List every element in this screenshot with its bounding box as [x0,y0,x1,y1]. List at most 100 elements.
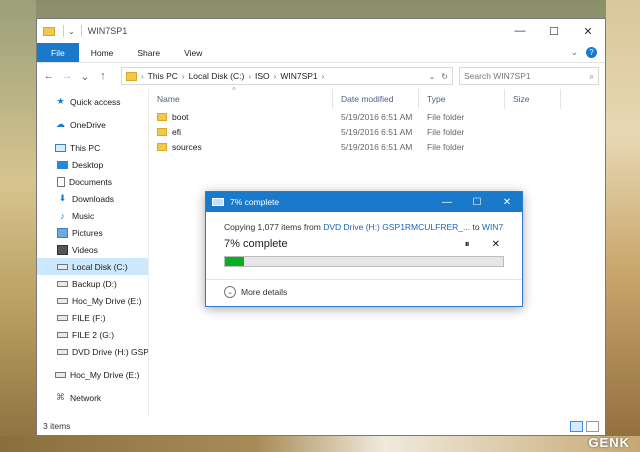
sidebar-item-file-f[interactable]: FILE (F:) [37,309,148,326]
sidebar-item-dvd-drive-h[interactable]: DVD Drive (H:) GSP1 [37,343,148,360]
sidebar-item-music[interactable]: ♪ Music [37,207,148,224]
quick-access-toolbar-chevron-icon[interactable]: ⌄ [68,27,75,36]
breadcrumb-chevron-icon: › [248,71,251,81]
more-details-label: More details [241,287,288,297]
more-details-toggle[interactable]: ⌄ More details [206,280,522,304]
folder-icon [157,127,167,136]
sidebar-item-pictures[interactable]: Pictures [37,224,148,241]
up-arrow-icon[interactable]: ↑ [97,70,109,82]
file-name: sources [172,141,202,152]
dialog-title-bar: 7% complete — ☐ ✕ [206,192,522,212]
details-view-icon[interactable] [570,420,583,432]
pause-icon[interactable]: ⏸ [465,239,470,250]
column-header-size[interactable]: Size [505,89,561,109]
ribbon-right: ⌄ ? [570,43,605,62]
file-type: File folder [427,126,465,137]
dialog-body: Copying 1,077 items from DVD Drive (H:) … [206,212,522,267]
sidebar-item-file-2-g[interactable]: FILE 2 (G:) [37,326,148,343]
percent-complete: 7% complete [224,238,288,250]
sidebar-item-label: Hoc_My Drive (E:) [70,369,140,380]
item-count: 3 items [43,421,71,431]
sidebar-item-label: Hoc_My Drive (E:) [72,295,142,306]
folder-icon [43,26,55,36]
file-name: boot [172,111,189,122]
table-row[interactable]: boot 5/19/2016 6:51 AM File folder [149,109,605,124]
cancel-icon[interactable]: ✕ [492,239,500,250]
maximize-button[interactable]: ☐ [462,192,492,212]
file-type: File folder [427,141,465,152]
sidebar-item-quick-access[interactable]: ★ Quick access [37,93,148,110]
breadcrumb-win7sp1[interactable]: WIN7SP1 [280,71,317,81]
address-bar[interactable]: › This PC › Local Disk (C:) › ISO › WIN7… [121,67,453,85]
sidebar-item-network[interactable]: ⌘ Network [37,389,148,406]
tab-home[interactable]: Home [79,43,126,62]
search-input[interactable]: Search WIN7SP1 [464,71,531,81]
title-bar: ⌄ WIN7SP1 — ☐ ✕ [37,19,605,43]
drive-icon [57,263,68,270]
copy-icon [212,198,224,206]
file-date: 5/19/2016 6:51 AM [341,126,413,137]
source-link[interactable]: DVD Drive (H:) GSP1RMCULFRER_... [323,222,470,232]
desktop-background-left [0,0,36,452]
column-header-name[interactable]: Name [149,89,333,109]
destination-link[interactable]: WIN7SP1 [482,222,504,232]
sidebar-item-local-disk-c[interactable]: Local Disk (C:) [37,258,148,275]
sidebar-item-documents[interactable]: Documents [37,173,148,190]
tab-view[interactable]: View [172,43,214,62]
minimize-button[interactable]: — [432,192,462,212]
table-row[interactable]: efi 5/19/2016 6:51 AM File folder [149,124,605,139]
refresh-icon[interactable]: ↻ [441,72,448,81]
dialog-title: 7% complete [230,197,280,207]
sidebar-item-backup-d[interactable]: Backup (D:) [37,275,148,292]
sidebar-item-videos[interactable]: Videos [37,241,148,258]
sidebar-item-this-pc[interactable]: This PC [37,139,148,156]
desktop-icon [57,160,68,169]
folder-icon [126,71,137,81]
minimize-button[interactable]: — [503,19,537,43]
breadcrumb-chevron-icon: › [273,71,277,81]
forward-arrow-icon[interactable]: → [61,70,73,82]
sidebar-item-downloads[interactable]: ⬇ Downloads [37,190,148,207]
breadcrumb-this-pc[interactable]: This PC [148,71,178,81]
copy-description-prefix: Copying 1,077 items from [224,222,324,232]
tab-file[interactable]: File [37,43,79,62]
window-title: WIN7SP1 [87,26,128,36]
breadcrumb-iso[interactable]: ISO [255,71,270,81]
file-name-cell: sources [149,142,333,152]
music-icon: ♪ [60,210,65,221]
back-arrow-icon[interactable]: ← [43,70,55,82]
computer-icon [55,143,66,152]
address-bar-actions: ⌄ ↻ [429,72,448,81]
close-button[interactable]: ✕ [492,192,522,212]
sidebar-item-label: Quick access [70,96,121,107]
address-history-chevron-icon[interactable]: ⌄ [429,72,436,81]
drive-icon [55,371,66,378]
table-row[interactable]: sources 5/19/2016 6:51 AM File folder [149,139,605,154]
file-date: 5/19/2016 6:51 AM [341,141,413,152]
drive-icon [57,297,68,304]
help-icon[interactable]: ? [586,47,597,58]
large-icons-view-icon[interactable] [586,420,599,432]
tab-share[interactable]: Share [125,43,172,62]
ribbon-tabs: File Home Share View ⌄ ? [37,43,605,63]
column-header-type[interactable]: Type [419,89,505,109]
sidebar-item-hoc-my-drive-e[interactable]: Hoc_My Drive (E:) [37,292,148,309]
progress-header: 7% complete ⏸ ✕ [224,236,504,252]
navigation-pane: ★ Quick access ☁ OneDrive This PC Deskto… [37,89,149,417]
search-icon[interactable]: ⌕ [589,71,594,82]
column-header-date-modified[interactable]: Date modified [333,89,419,109]
sidebar-item-onedrive[interactable]: ☁ OneDrive [37,116,148,133]
sidebar-item-desktop[interactable]: Desktop [37,156,148,173]
file-name: efi [172,126,181,137]
breadcrumb-chevron-icon: › [181,71,185,81]
close-button[interactable]: ✕ [571,19,605,43]
expand-ribbon-chevron-icon[interactable]: ⌄ [570,47,578,58]
sidebar-item-label: FILE 2 (G:) [72,329,115,340]
recent-locations-chevron-icon[interactable]: ⌄ [79,70,91,83]
search-box[interactable]: Search WIN7SP1 ⌕ [459,67,599,85]
sidebar-item-label: Videos [72,244,98,255]
sidebar-item-label: Pictures [72,227,103,238]
breadcrumb-local-disk[interactable]: Local Disk (C:) [189,71,245,81]
sidebar-item-hoc-my-drive-e-2[interactable]: Hoc_My Drive (E:) [37,366,148,383]
maximize-button[interactable]: ☐ [537,19,571,43]
